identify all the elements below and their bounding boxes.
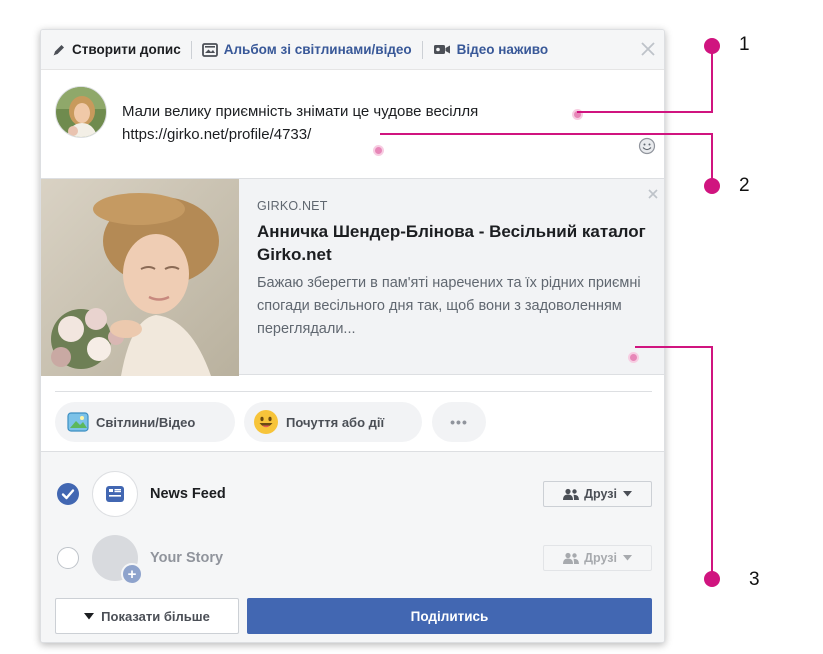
callout-number-1: 1	[739, 34, 750, 55]
your-story-checkbox[interactable]	[57, 547, 79, 569]
callout-number-2: 2	[739, 175, 750, 196]
tab-photo-album-label: Альбом зі світлинами/відео	[223, 42, 412, 57]
photo-video-button[interactable]: Світлини/Відео	[55, 402, 235, 442]
your-story-label: Your Story	[150, 550, 224, 566]
photo-video-label: Світлини/Відео	[96, 414, 196, 430]
your-story-audience-label: Друзі	[584, 551, 617, 565]
photo-icon	[67, 412, 89, 432]
feeling-activity-button[interactable]: Почуття або дії	[244, 402, 422, 442]
tab-live-video[interactable]: Відео наживо	[433, 30, 548, 70]
link-preview-description: Бажаю зберегти в пам'яті наречених та їх…	[257, 275, 641, 337]
callout-dot-1	[572, 109, 583, 120]
news-feed-label: News Feed	[150, 486, 226, 502]
photo-album-icon	[201, 42, 218, 57]
status-input[interactable]: Мали велику приємність знімати це чудове…	[122, 100, 478, 146]
tab-divider	[421, 40, 423, 59]
callout-dot-2	[373, 145, 384, 156]
divider	[55, 391, 652, 392]
tab-create-post[interactable]: Створити допис	[52, 30, 181, 70]
caret-down-icon	[84, 612, 95, 620]
post-composer: Створити допис Альбом зі світлинами/віде…	[40, 29, 665, 643]
status-url-line: https://girko.net/profile/4733/	[122, 126, 312, 143]
tab-divider	[190, 40, 192, 59]
video-camera-icon	[433, 43, 451, 56]
show-more-label: Показати більше	[101, 608, 210, 624]
tab-live-video-label: Відео наживо	[456, 42, 549, 57]
remove-preview-close-icon[interactable]	[647, 187, 659, 199]
feeling-activity-label: Почуття або дії	[286, 414, 385, 430]
news-feed-audience-dropdown[interactable]: Друзі	[543, 481, 652, 507]
friends-icon	[563, 488, 580, 500]
chevron-down-icon	[622, 491, 632, 497]
news-feed-icon	[92, 471, 138, 517]
share-button[interactable]: Поділитись	[247, 598, 652, 634]
link-preview[interactable]: GIRKO.NET Анничка Шендер-Блінова - Весіл…	[41, 178, 664, 376]
callout-number-3: 3	[749, 569, 760, 590]
tab-photo-album[interactable]: Альбом зі світлинами/відео	[201, 30, 412, 70]
pencil-icon	[52, 43, 66, 57]
status-text-line: Мали велику приємність знімати це чудове…	[122, 103, 479, 120]
link-preview-body: GIRKO.NET Анничка Шендер-Блінова - Весіл…	[257, 199, 652, 341]
news-feed-audience-label: Друзі	[584, 487, 617, 501]
smiley-icon	[253, 409, 279, 435]
composer-tabs: Створити допис Альбом зі світлинами/віде…	[41, 30, 664, 70]
link-preview-domain: GIRKO.NET	[257, 199, 328, 213]
emoji-icon[interactable]	[638, 137, 656, 155]
more-options-button[interactable]: •••	[432, 402, 486, 442]
checkmark-icon	[61, 489, 75, 500]
tab-create-post-label: Створити допис	[72, 42, 181, 57]
user-avatar	[55, 86, 107, 138]
link-preview-title: Анничка Шендер-Блінова - Весільний катал…	[257, 222, 646, 264]
share-button-label: Поділитись	[410, 608, 489, 624]
your-story-audience-dropdown[interactable]: Друзі	[543, 545, 652, 571]
link-preview-image	[41, 179, 239, 376]
friends-icon	[563, 552, 580, 564]
share-destinations: News Feed Друзі + Your Story Друзі Показ…	[41, 451, 664, 642]
news-feed-checkbox[interactable]	[57, 483, 79, 505]
close-icon[interactable]	[639, 40, 657, 58]
callout-dot-3	[628, 352, 639, 363]
more-dots-icon: •••	[450, 414, 468, 430]
chevron-down-icon	[622, 555, 632, 561]
show-more-button[interactable]: Показати більше	[55, 598, 239, 634]
add-story-plus-icon: +	[121, 563, 143, 585]
